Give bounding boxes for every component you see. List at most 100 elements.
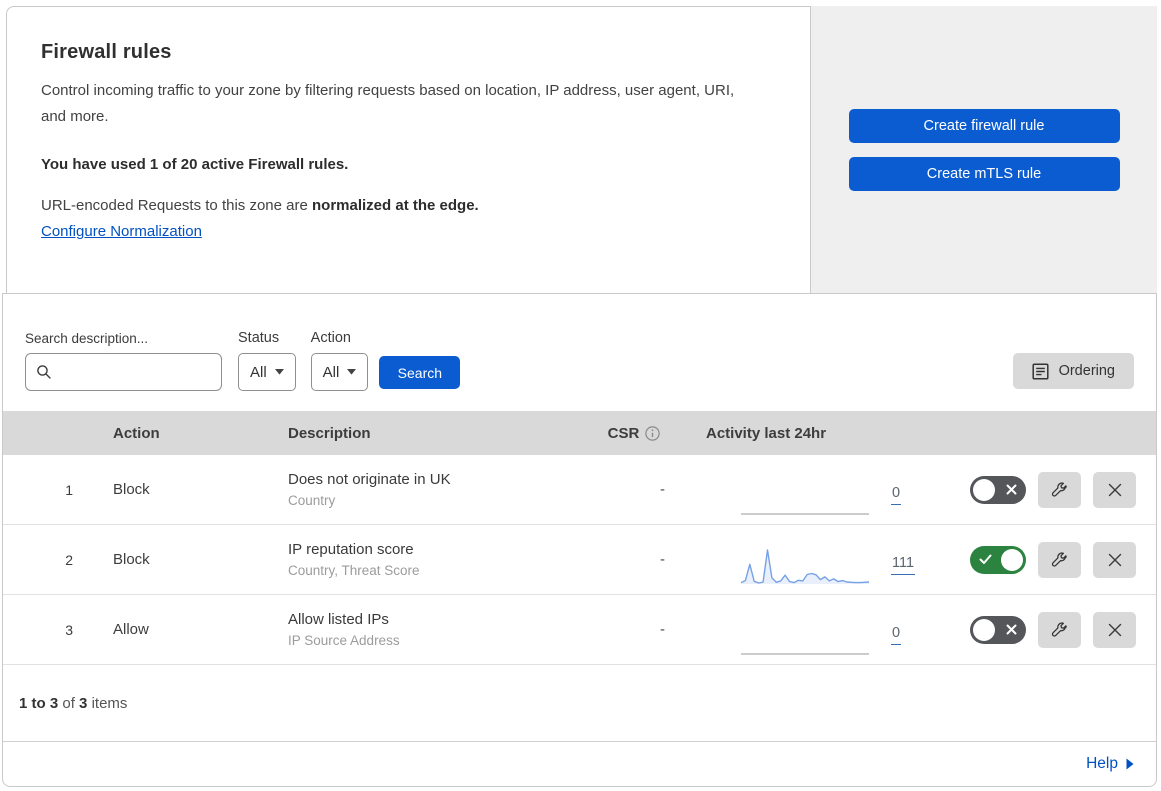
wrench-icon (1051, 482, 1067, 497)
search-button[interactable]: Search (379, 356, 461, 389)
table-row: 3 Allow Allow listed IPs IP Source Addre… (3, 595, 1156, 665)
rules-table-card: Search description... Status All Action … (2, 293, 1157, 787)
page-title: Firewall rules (41, 41, 172, 63)
rule-description: Allow listed IPs (288, 611, 389, 628)
page-description: Control incoming traffic to your zone by… (41, 82, 735, 126)
rule-enabled-toggle[interactable] (970, 475, 1026, 504)
wrench-icon (1051, 622, 1067, 637)
rule-number: 1 (65, 481, 73, 498)
search-input[interactable] (60, 364, 211, 380)
wrench-icon (1051, 552, 1067, 567)
rule-description-cell: IP reputation score Country, Threat Scor… (274, 541, 589, 578)
pagination-summary: 1 to 3 of 3 items (3, 665, 1156, 741)
activity-count-link[interactable]: 0 (891, 485, 902, 505)
x-icon (1006, 484, 1017, 494)
delete-rule-button[interactable] (1093, 611, 1136, 648)
x-icon (1006, 624, 1017, 634)
ordering-icon (1032, 362, 1049, 380)
rule-number: 2 (65, 551, 73, 568)
table-row: 2 Block IP reputation score Country, Thr… (3, 525, 1156, 595)
filter-bar: Search description... Status All Action … (3, 294, 1156, 411)
delete-rule-button[interactable] (1093, 541, 1136, 578)
activity-count-link[interactable]: 0 (891, 625, 902, 645)
activity-count-link[interactable]: 111 (891, 555, 916, 575)
rule-csr-value: - (660, 621, 665, 638)
activity-sparkline (741, 476, 869, 516)
column-header-csr: CSR (589, 425, 679, 442)
check-icon (979, 554, 992, 564)
search-icon (37, 365, 51, 379)
status-dropdown[interactable]: All (238, 353, 296, 391)
rule-controls (929, 611, 1156, 648)
info-icon[interactable] (645, 425, 661, 441)
help-arrow-icon (1126, 758, 1134, 770)
configure-normalization-link[interactable]: Configure Normalization (41, 223, 202, 240)
rule-csr-value: - (660, 481, 665, 498)
rule-controls (929, 541, 1156, 578)
close-icon (1108, 623, 1121, 636)
rule-activity-cell: 0 (679, 464, 929, 516)
rule-match-fields: Country (288, 493, 336, 508)
delete-rule-button[interactable] (1093, 471, 1136, 508)
status-label: Status (238, 330, 280, 346)
normalization-text: URL-encoded Requests to this zone are no… (41, 197, 770, 214)
edit-rule-button[interactable] (1038, 611, 1081, 648)
status-dropdown-value: All (250, 363, 267, 381)
table-header: Action Description CSR Activity last 24h… (3, 411, 1156, 455)
rule-activity-cell: 111 (679, 534, 929, 586)
rule-enabled-toggle[interactable] (970, 615, 1026, 644)
column-header-description: Description (288, 424, 371, 442)
rule-description: IP reputation score (288, 541, 414, 558)
toggle-knob (973, 478, 995, 501)
top-section: Firewall rules Control incoming traffic … (0, 0, 1161, 293)
rule-csr-value: - (660, 551, 665, 568)
activity-sparkline (741, 616, 869, 656)
rule-description-cell: Allow listed IPs IP Source Address (274, 611, 589, 648)
ordering-button-label: Ordering (1058, 363, 1115, 379)
rule-match-fields: Country, Threat Score (288, 563, 420, 578)
column-header-action: Action (113, 424, 160, 442)
help-link-label: Help (1086, 755, 1118, 772)
toggle-knob (973, 618, 995, 641)
normalization-prefix: URL-encoded Requests to this zone are (41, 196, 312, 214)
create-mtls-rule-button[interactable]: Create mTLS rule (848, 156, 1120, 191)
rule-match-fields: IP Source Address (288, 633, 400, 648)
search-label: Search description... (25, 331, 149, 346)
ordering-button[interactable]: Ordering (1012, 353, 1134, 389)
chevron-down-icon (274, 369, 284, 375)
chevron-down-icon (347, 369, 357, 375)
rule-action: Allow (113, 621, 149, 638)
total-count: 3 (79, 695, 88, 712)
table-body: 1 Block Does not originate in UK Country… (3, 455, 1156, 665)
rule-description: Does not originate in UK (288, 471, 451, 488)
create-firewall-rule-button[interactable]: Create firewall rule (848, 108, 1120, 143)
rule-action: Block (113, 551, 150, 568)
cta-panel: Create firewall rule Create mTLS rule (811, 6, 1157, 293)
usage-summary: You have used 1 of 20 active Firewall ru… (41, 155, 349, 173)
rule-action: Block (113, 481, 150, 498)
items-text: items (91, 695, 128, 712)
help-link[interactable]: Help (1086, 755, 1134, 773)
action-label: Action (310, 330, 351, 346)
action-dropdown[interactable]: All (310, 353, 369, 391)
normalization-bold: normalized at the edge. (312, 196, 479, 214)
of-text: of (62, 695, 75, 712)
rule-activity-cell: 0 (679, 604, 929, 656)
edit-rule-button[interactable] (1038, 541, 1081, 578)
activity-sparkline (741, 546, 869, 586)
intro-card: Firewall rules Control incoming traffic … (6, 6, 811, 293)
action-dropdown-value: All (322, 363, 340, 381)
edit-rule-button[interactable] (1038, 471, 1081, 508)
rule-description-cell: Does not originate in UK Country (274, 471, 589, 508)
close-icon (1108, 483, 1121, 496)
rule-number: 3 (65, 621, 73, 638)
close-icon (1108, 553, 1121, 566)
csr-header-label: CSR (607, 424, 640, 442)
toggle-knob (1001, 548, 1023, 571)
column-header-activity: Activity last 24hr (706, 424, 827, 442)
help-bar: Help (3, 741, 1156, 786)
rule-controls (929, 471, 1156, 508)
search-box[interactable] (25, 353, 222, 391)
range-text: 1 to 3 (19, 695, 59, 712)
rule-enabled-toggle[interactable] (970, 545, 1026, 574)
